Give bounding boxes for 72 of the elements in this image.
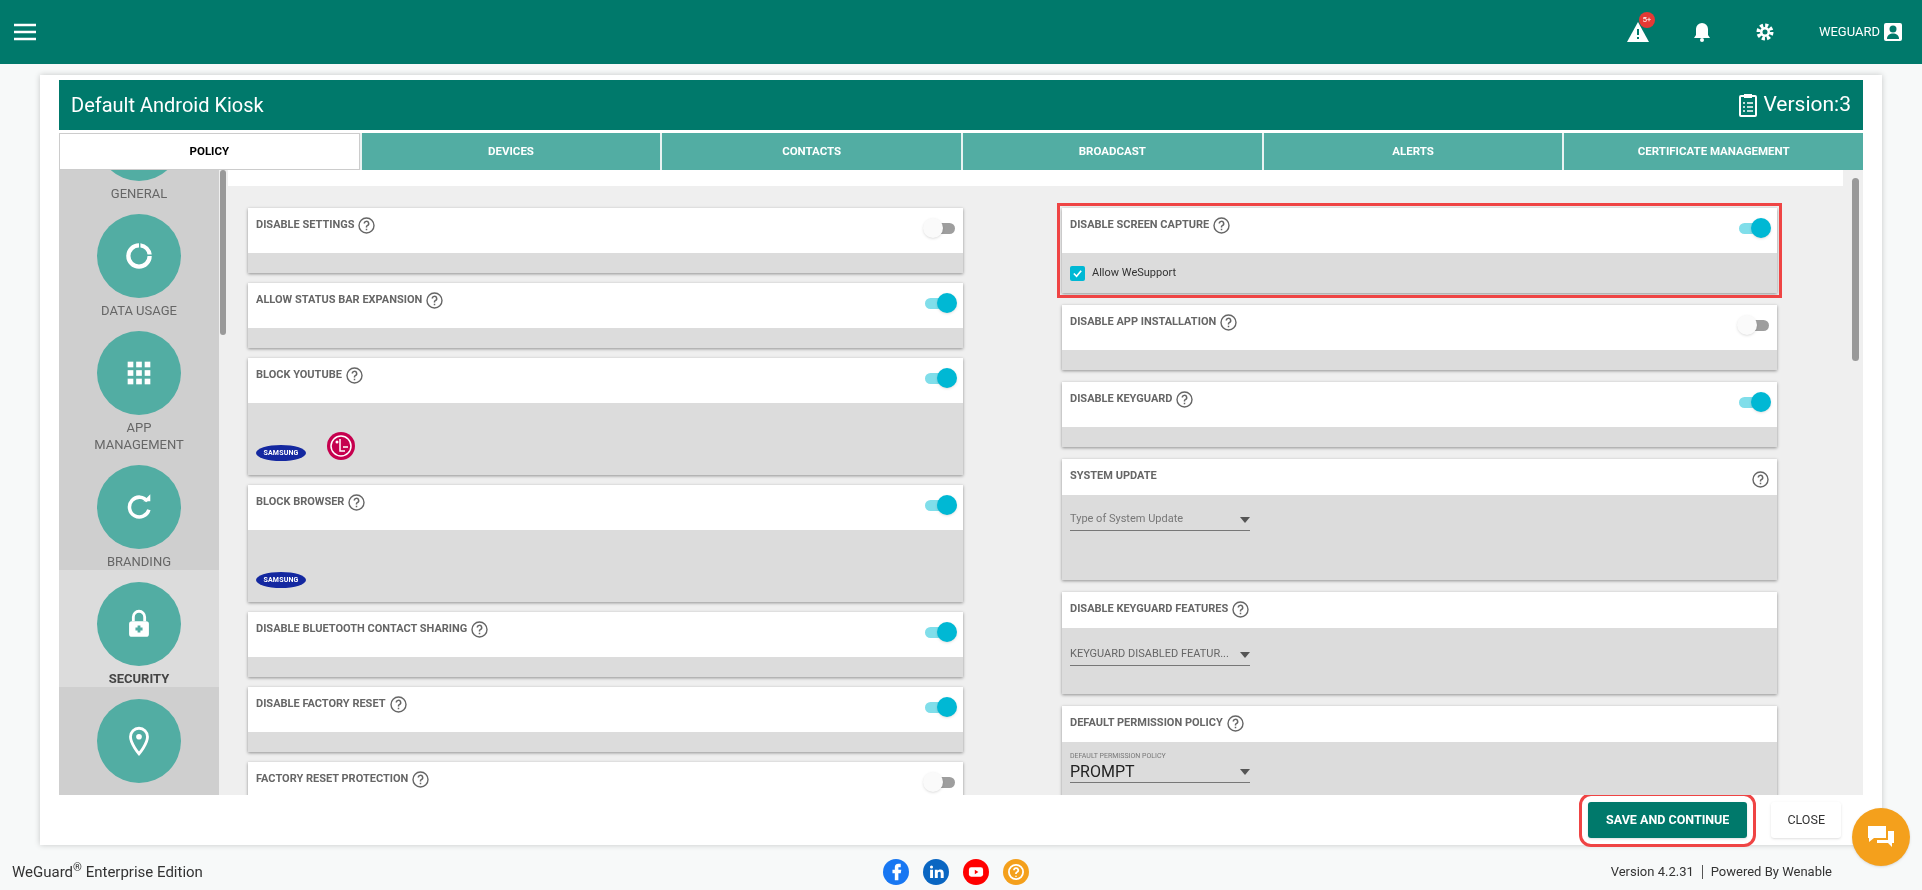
toggle-switch[interactable] <box>925 495 955 515</box>
youtube-icon[interactable] <box>963 859 989 885</box>
caret-icon[interactable] <box>1240 516 1250 523</box>
tab[interactable]: CONTACTS <box>660 133 961 170</box>
select-field[interactable]: Type of System Update <box>1070 509 1250 531</box>
sidebar-item[interactable]: SECURITY <box>59 570 219 687</box>
user-icon[interactable] <box>1884 23 1902 41</box>
help-icon[interactable] <box>1226 715 1244 732</box>
card-title: BLOCK BROWSER <box>256 494 345 511</box>
edition-text: WeGuard$^{®}$ Enterprise Edition <box>12 860 203 883</box>
card-title: DISABLE FACTORY RESET <box>256 696 386 713</box>
select-field[interactable]: KEYGUARD DISABLED FEATUR... <box>1070 644 1250 666</box>
powered-by-text: Powered By Wenable <box>1710 863 1832 882</box>
scrollbar[interactable] <box>220 170 226 335</box>
help-icon[interactable] <box>1232 601 1250 618</box>
card-title: DISABLE KEYGUARD FEATURES <box>1070 601 1229 618</box>
tab[interactable]: POLICY <box>59 133 360 170</box>
toggle-switch[interactable] <box>925 368 955 388</box>
user-name[interactable]: WEGUARD <box>1818 22 1880 42</box>
card-title: ALLOW STATUS BAR EXPANSION <box>256 292 423 309</box>
menu-icon[interactable] <box>14 23 36 41</box>
settings-icon[interactable] <box>1754 22 1775 42</box>
help-icon[interactable] <box>345 367 363 384</box>
version-label: Version:3 <box>1763 91 1851 119</box>
card-title: FACTORY RESET PROTECTION <box>256 771 409 788</box>
toggle-switch[interactable] <box>1739 392 1769 412</box>
help-icon[interactable] <box>1213 217 1231 234</box>
select-field[interactable]: PROMPT <box>1070 761 1250 783</box>
toggle-switch[interactable] <box>1739 218 1769 238</box>
clipboard-icon <box>1739 93 1758 117</box>
close-button[interactable]: CLOSE <box>1771 802 1841 838</box>
help-icon[interactable] <box>471 621 489 638</box>
card-title: SYSTEM UPDATE <box>1070 468 1157 484</box>
toggle-switch[interactable] <box>925 293 955 313</box>
warning-icon[interactable] <box>1626 22 1649 42</box>
card-title: DISABLE SETTINGS <box>256 217 355 234</box>
help-icon[interactable] <box>348 494 366 511</box>
tab[interactable]: DEVICES <box>359 133 661 170</box>
help-icon[interactable] <box>389 696 407 713</box>
lg-logo-icon <box>326 431 356 461</box>
help-icon[interactable] <box>412 771 430 788</box>
linkedin-icon[interactable] <box>923 859 949 885</box>
tab[interactable]: CERTIFICATE MANAGEMENT <box>1562 133 1864 170</box>
help-icon[interactable] <box>358 217 376 234</box>
card-title: DISABLE SCREEN CAPTURE <box>1070 217 1210 234</box>
toggle-switch[interactable] <box>925 622 955 642</box>
tab[interactable]: ALERTS <box>1261 133 1563 170</box>
help-icon[interactable] <box>1220 314 1238 331</box>
card-title: DISABLE KEYGUARD <box>1070 391 1173 408</box>
card-title: DISABLE BLUETOOTH CONTACT SHARING <box>256 621 468 638</box>
tab[interactable]: BROADCAST <box>961 133 1262 170</box>
help-icon[interactable] <box>426 292 444 309</box>
notification-badge: 5+ <box>1638 12 1655 28</box>
card-title: DISABLE APP INSTALLATION <box>1070 314 1217 331</box>
help-icon[interactable] <box>1752 471 1769 488</box>
scrollbar[interactable] <box>1852 178 1859 361</box>
bell-icon[interactable] <box>1692 22 1711 42</box>
caret-icon[interactable] <box>1240 768 1250 775</box>
toggle-switch[interactable] <box>925 772 955 792</box>
check-icon <box>1072 267 1083 279</box>
toggle-switch[interactable] <box>925 218 955 238</box>
facebook-icon[interactable] <box>883 859 909 885</box>
caret-icon[interactable] <box>1240 651 1250 658</box>
toggle-switch[interactable] <box>925 697 955 717</box>
version-text: Version 4.2.31 <box>1610 863 1694 882</box>
policy-title: Default Android Kiosk <box>71 92 264 119</box>
help-icon[interactable] <box>1176 391 1194 408</box>
toggle-switch[interactable] <box>1739 315 1769 335</box>
card-title: DEFAULT PERMISSION POLICY <box>1070 715 1223 732</box>
checkbox-label: Allow WeSupport <box>1092 264 1177 281</box>
checkbox[interactable] <box>1070 265 1085 281</box>
card-title: BLOCK YOUTUBE <box>256 367 342 384</box>
